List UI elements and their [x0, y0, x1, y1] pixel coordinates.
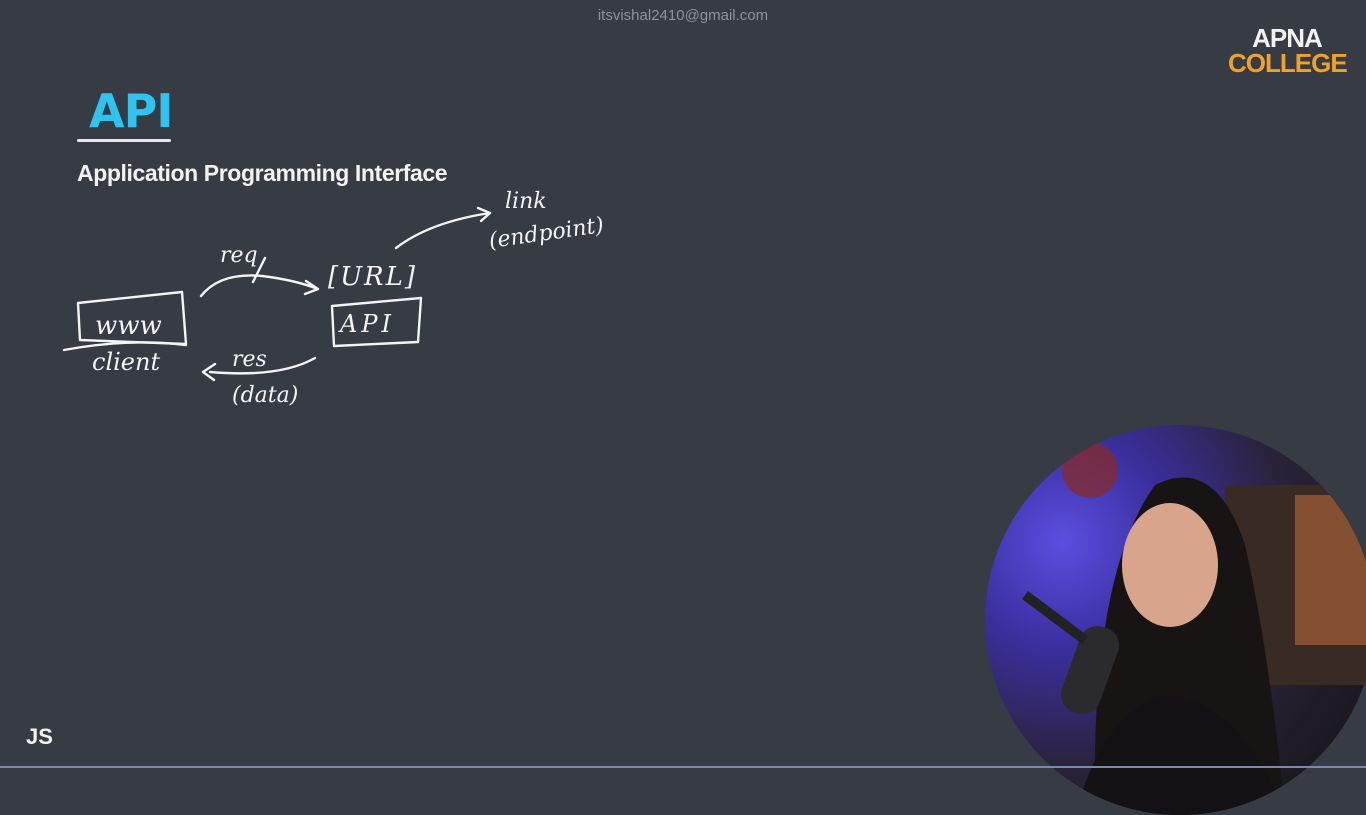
req-label: req [220, 243, 258, 268]
client-label: client [92, 348, 160, 376]
link-label: link [505, 189, 547, 214]
presenter-webcam [985, 425, 1366, 815]
link-arrow [394, 206, 492, 250]
course-label: JS [26, 724, 53, 749]
api-box-text: API [338, 310, 395, 338]
data-label: (data) [232, 383, 298, 408]
endpoint-label: (endpoint) [487, 213, 605, 254]
client-box-text: www [95, 311, 162, 341]
presenter-video-frame [1022, 442, 1366, 815]
url-label: [URL] [328, 262, 417, 292]
res-label: res [232, 347, 267, 372]
req-arrow [199, 274, 320, 298]
